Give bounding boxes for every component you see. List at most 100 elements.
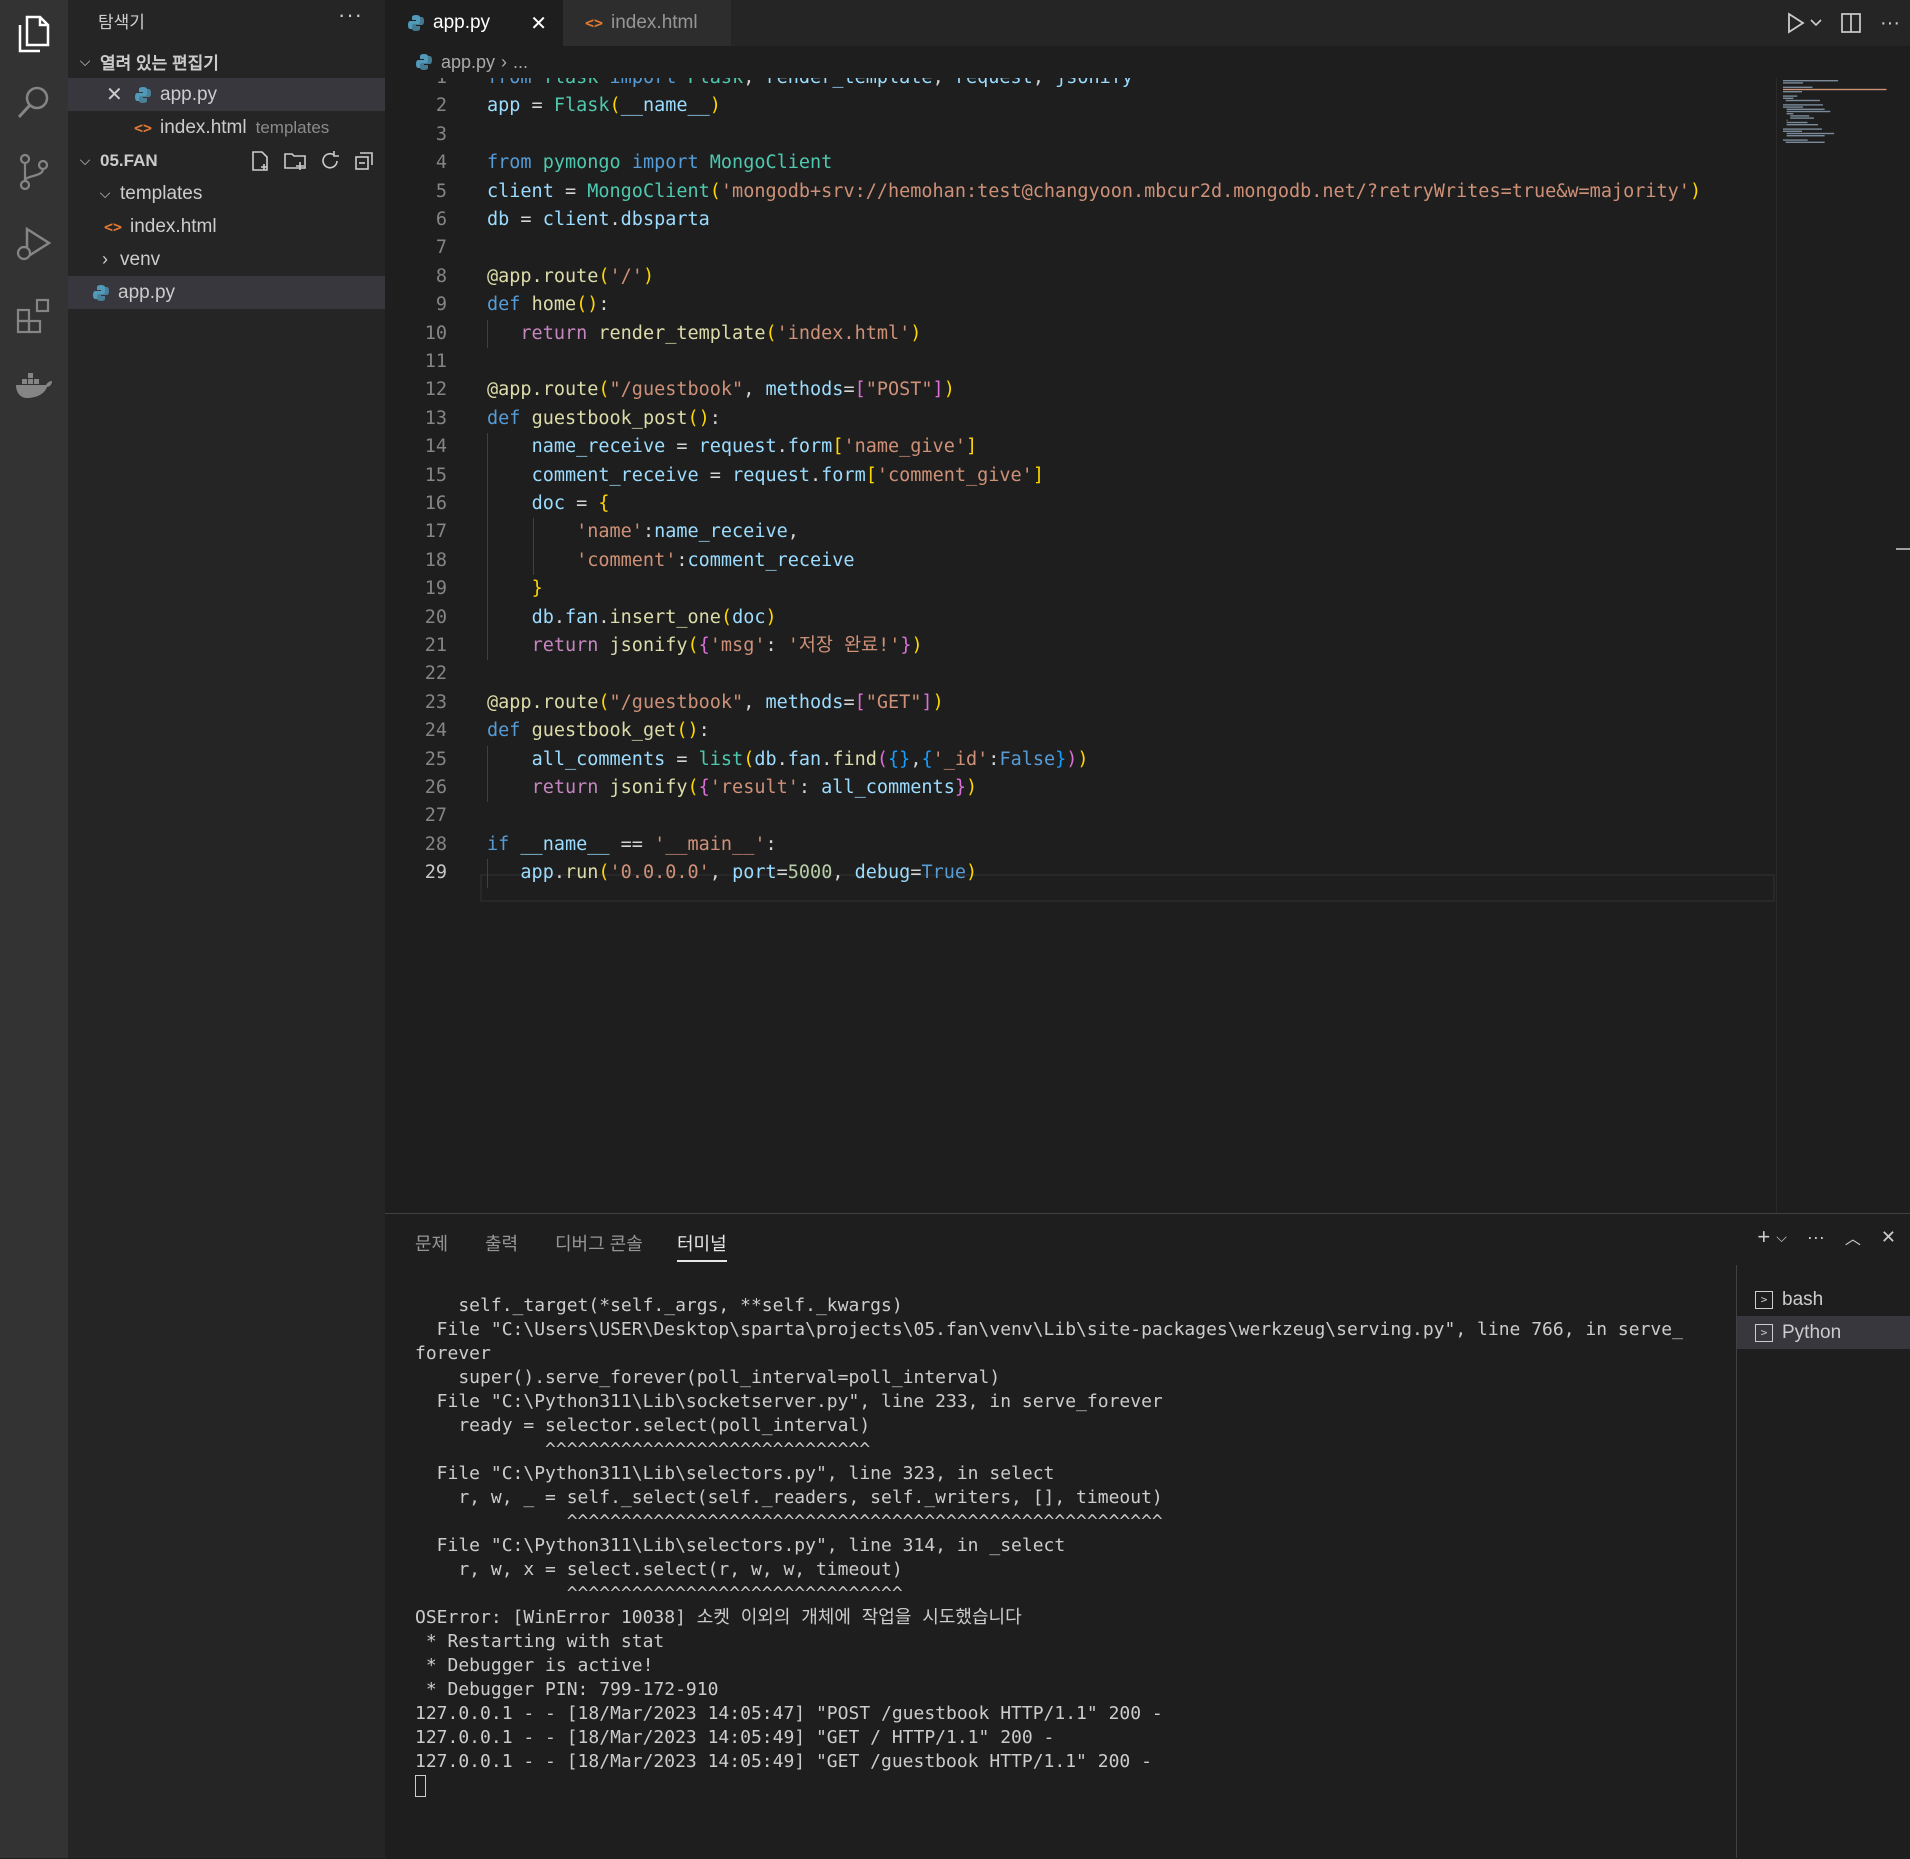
code-line[interactable]: 23 @app.route("/guestbook", methods=["GET… bbox=[385, 689, 1773, 717]
code-line[interactable]: 2 app = Flask(__name__) bbox=[385, 92, 1773, 120]
terminal-line: File "C:\Users\USER\Desktop\sparta\proje… bbox=[415, 1319, 1683, 1340]
docker-icon[interactable] bbox=[0, 352, 68, 420]
line-number: 29 bbox=[424, 862, 447, 884]
code-line[interactable]: 18 'comment':comment_receive bbox=[385, 547, 1773, 575]
more-actions-icon[interactable]: ··· bbox=[1880, 12, 1900, 35]
indent-guide bbox=[533, 518, 534, 576]
open-editor-item[interactable]: <> index.html templates bbox=[68, 111, 385, 144]
terminal-line: * Debugger is active! bbox=[415, 1655, 654, 1676]
code-line[interactable]: 28 if __name__ == '__main__': bbox=[385, 831, 1773, 859]
editor-actions: ··· bbox=[1786, 0, 1900, 46]
refresh-icon[interactable] bbox=[319, 150, 341, 172]
split-editor-icon[interactable] bbox=[1840, 12, 1862, 34]
new-folder-icon[interactable] bbox=[283, 150, 307, 172]
close-icon[interactable]: ✕ bbox=[530, 11, 547, 36]
open-editors-label: 열려 있는 편집기 bbox=[100, 54, 219, 73]
code-line[interactable]: 24 def guestbook_get(): bbox=[385, 717, 1773, 745]
chevron-right-icon: › bbox=[102, 249, 108, 269]
editor-scrollbar[interactable] bbox=[1894, 78, 1910, 1213]
maximize-panel-icon[interactable]: ︿ bbox=[1845, 1225, 1861, 1249]
new-file-icon[interactable] bbox=[249, 150, 271, 172]
search-icon[interactable] bbox=[0, 68, 68, 136]
line-number: 19 bbox=[424, 578, 447, 600]
line-number: 12 bbox=[424, 379, 447, 401]
minimap-line bbox=[1783, 86, 1813, 88]
tree-file-app-py[interactable]: app.py bbox=[68, 276, 385, 309]
line-number: 8 bbox=[435, 265, 447, 287]
code-text: all_comments = list(db.fan.find({},{'_id… bbox=[531, 748, 1089, 770]
minimap-line bbox=[1783, 139, 1808, 141]
tab-terminal[interactable]: 터미널 bbox=[677, 1230, 727, 1262]
terminal-item-bash[interactable]: > bash bbox=[1737, 1283, 1910, 1316]
code-line[interactable]: 1 from flask import Flask, render_templat… bbox=[385, 78, 1773, 92]
code-line[interactable]: 13 def guestbook_post(): bbox=[385, 405, 1773, 433]
terminal-line: ^^^^^^^^^^^^^^^^^^^^^^^^^^^^^^^^^^^^^^^^… bbox=[415, 1511, 1163, 1532]
code-line[interactable]: 15 comment_receive = request.form['comme… bbox=[385, 462, 1773, 490]
project-header[interactable]: ⌵ 05.FAN bbox=[68, 144, 385, 177]
terminal-output[interactable]: self._target(*self._args, **self._kwargs… bbox=[415, 1294, 1775, 1798]
tab-debug-console[interactable]: 디버그 콘솔 bbox=[555, 1230, 643, 1256]
extensions-icon[interactable] bbox=[0, 282, 68, 350]
code-line[interactable]: 5 client = MongoClient('mongodb+srv://hem… bbox=[385, 178, 1773, 206]
code-line[interactable]: 9 def home(): bbox=[385, 291, 1773, 319]
code-line[interactable]: 14 name_receive = request.form['name_giv… bbox=[385, 433, 1773, 461]
source-control-icon[interactable] bbox=[0, 138, 68, 206]
tree-folder-templates[interactable]: ⌵ templates bbox=[68, 177, 385, 210]
run-python-icon[interactable] bbox=[1786, 12, 1822, 34]
code-line[interactable]: 26 return jsonify({'result': all_comment… bbox=[385, 774, 1773, 802]
explorer-sidebar: 탐색기 ··· ⌵ 열려 있는 편집기 ✕ app.py <> index.ht… bbox=[68, 0, 385, 1858]
code-line[interactable]: 25 all_comments = list(db.fan.find({},{'… bbox=[385, 746, 1773, 774]
code-line[interactable]: 27 bbox=[385, 802, 1773, 830]
tab-index-html-content[interactable]: <> index.html bbox=[563, 0, 731, 46]
minimap-line bbox=[1783, 128, 1822, 130]
breadcrumb: app.py › ... bbox=[385, 46, 1910, 78]
more-actions-icon[interactable]: ··· bbox=[338, 2, 363, 28]
terminal-item-python[interactable]: > Python bbox=[1737, 1316, 1910, 1349]
code-line[interactable]: 17 'name':name_receive, bbox=[385, 518, 1773, 546]
tab-output[interactable]: 출력 bbox=[485, 1230, 518, 1256]
code-line[interactable]: 12 @app.route("/guestbook", methods=["POS… bbox=[385, 376, 1773, 404]
code-line[interactable]: 21 return jsonify({'msg': '저장 완료!'}) bbox=[385, 632, 1773, 660]
code-line[interactable]: 6 db = client.dbsparta bbox=[385, 206, 1773, 234]
chevron-down-icon[interactable]: ⌵ bbox=[1776, 1229, 1787, 1246]
terminal-prompt[interactable] bbox=[415, 1774, 1775, 1798]
open-editor-item[interactable]: ✕ app.py bbox=[68, 78, 385, 111]
code-editor[interactable]: 1 from flask import Flask, render_templat… bbox=[385, 78, 1910, 1213]
more-actions-icon[interactable]: ··· bbox=[1807, 1227, 1825, 1248]
chevron-down-icon: ⌵ bbox=[99, 185, 111, 201]
breadcrumb-rest[interactable]: ... bbox=[513, 52, 528, 73]
explorer-icon[interactable] bbox=[0, 0, 68, 68]
run-debug-icon[interactable] bbox=[0, 210, 68, 278]
minimap-line bbox=[1785, 141, 1825, 143]
line-number: 25 bbox=[424, 748, 447, 770]
tree-file-index-html[interactable]: <> index.html bbox=[68, 210, 385, 243]
close-panel-icon[interactable]: ✕ bbox=[1881, 1227, 1896, 1248]
code-line[interactable]: 10 return render_template('index.html') bbox=[385, 320, 1773, 348]
code-line[interactable]: 8 @app.route('/') bbox=[385, 263, 1773, 291]
terminal-icon: > bbox=[1755, 1323, 1773, 1342]
code-line[interactable]: 16 doc = { bbox=[385, 490, 1773, 518]
new-terminal-icon[interactable]: + bbox=[1757, 1224, 1770, 1250]
tab-problems[interactable]: 문제 bbox=[415, 1230, 448, 1256]
terminal-line: File "C:\Python311\Lib\socketserver.py",… bbox=[415, 1391, 1163, 1412]
code-line[interactable]: 20 db.fan.insert_one(doc) bbox=[385, 604, 1773, 632]
code-line[interactable]: 4 from pymongo import MongoClient bbox=[385, 149, 1773, 177]
line-number: 2 bbox=[435, 95, 447, 117]
breadcrumb-file[interactable]: app.py bbox=[441, 52, 495, 73]
code-line[interactable]: 19 } bbox=[385, 575, 1773, 603]
code-text: client = MongoClient('mongodb+srv://hemo… bbox=[487, 180, 1702, 202]
terminal-line: ^^^^^^^^^^^^^^^^^^^^^^^^^^^^^^^ bbox=[415, 1583, 903, 1604]
tree-folder-venv[interactable]: › venv bbox=[68, 243, 385, 276]
tab-app-py[interactable]: app.py ✕ bbox=[385, 0, 563, 46]
minimap[interactable] bbox=[1776, 78, 1895, 1213]
code-line[interactable]: 7 bbox=[385, 234, 1773, 262]
panel-actions: + ⌵ ··· ︿ ✕ bbox=[1757, 1224, 1896, 1250]
code-line[interactable]: 11 bbox=[385, 348, 1773, 376]
close-icon[interactable]: ✕ bbox=[106, 82, 126, 107]
code-line[interactable]: 22 bbox=[385, 660, 1773, 688]
code-line[interactable]: 29 app.run('0.0.0.0', port=5000, debug=T… bbox=[385, 859, 1773, 887]
minimap-line bbox=[1786, 124, 1818, 126]
open-editors-header[interactable]: ⌵ 열려 있는 편집기 bbox=[68, 45, 385, 78]
code-line[interactable]: 3 bbox=[385, 121, 1773, 149]
collapse-all-icon[interactable] bbox=[353, 150, 375, 172]
